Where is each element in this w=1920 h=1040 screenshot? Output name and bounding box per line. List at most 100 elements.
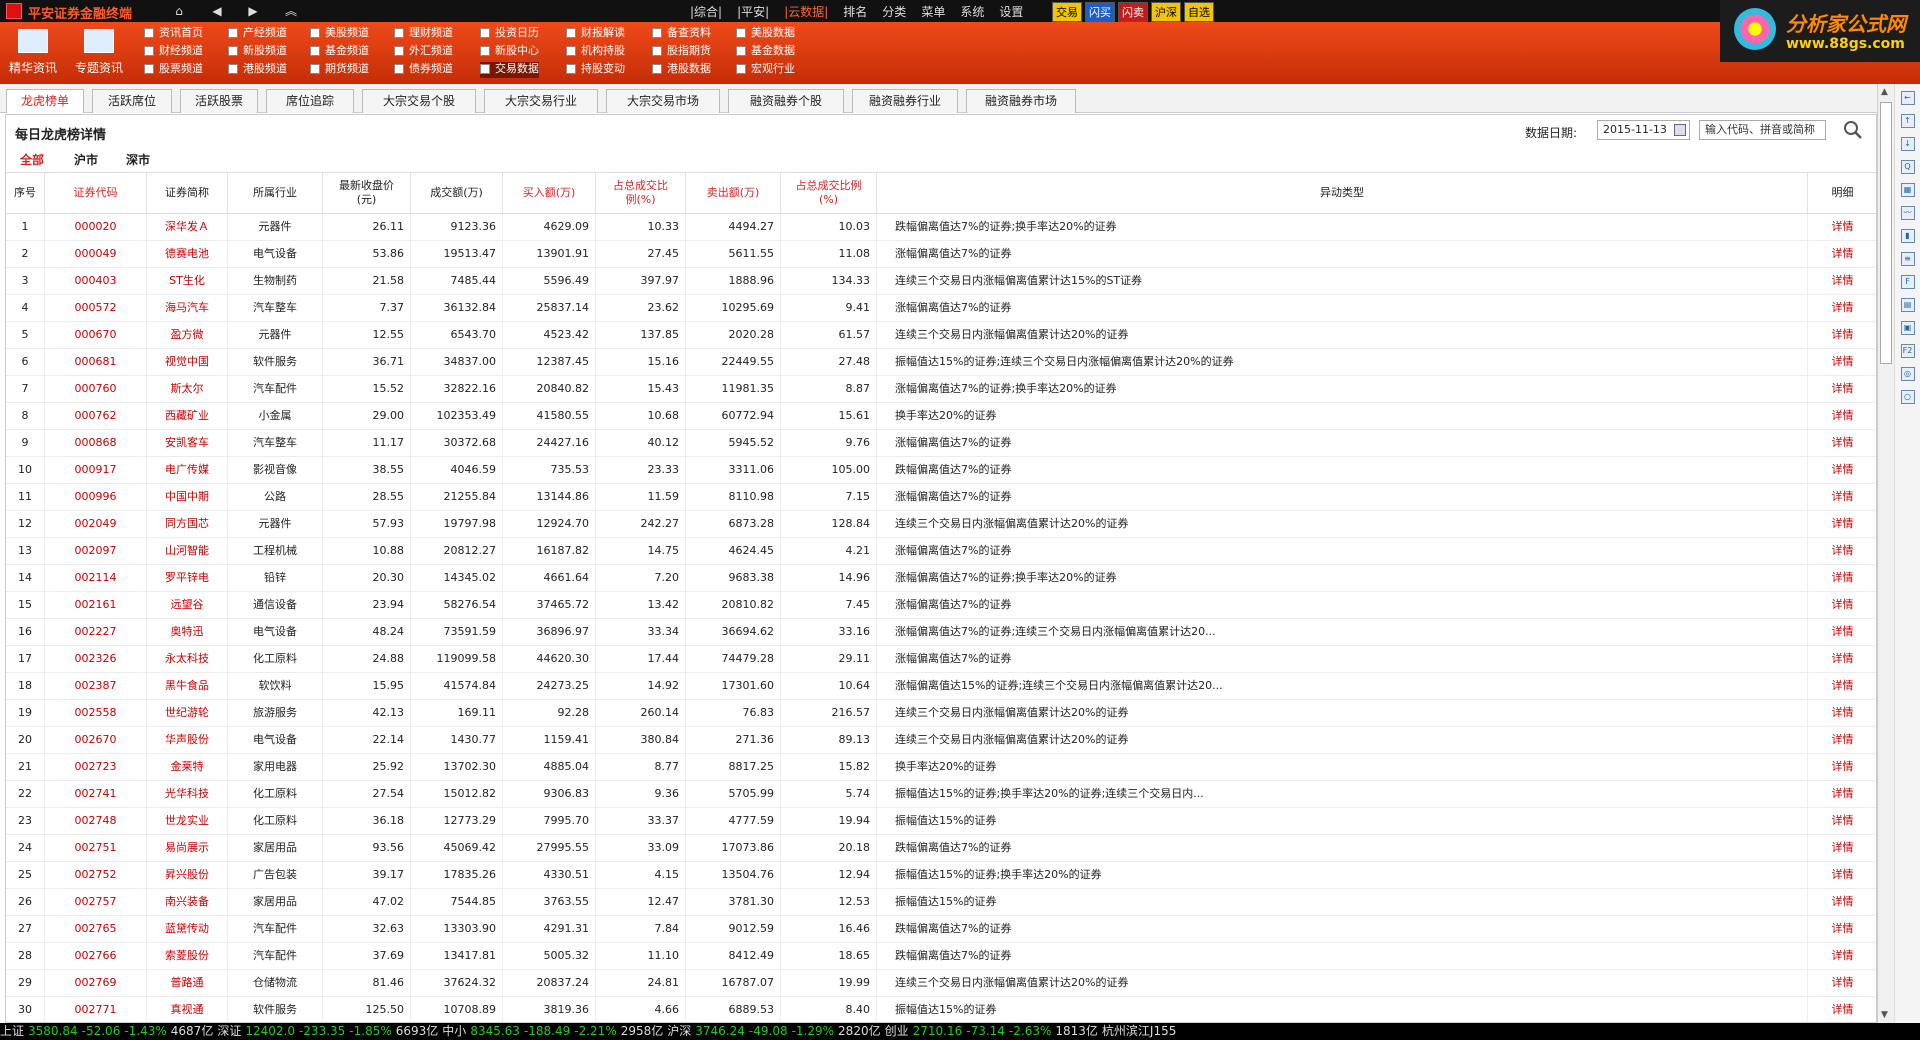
checkbox-icon[interactable] [736,64,746,74]
stock-code[interactable]: 002387 [45,673,147,699]
stock-code[interactable]: 000670 [45,322,147,348]
column-header[interactable]: 成交额(万) [411,173,503,213]
detail-link[interactable]: 详情 [1808,673,1876,699]
detail-link[interactable]: 详情 [1808,835,1876,861]
channel-checkbox[interactable]: 机构持股 [566,44,625,60]
checkbox-icon[interactable] [394,64,404,74]
checkbox-icon[interactable] [566,28,576,38]
checkbox-icon[interactable] [480,46,490,56]
channel-checkbox[interactable]: 股票频道 [144,62,203,78]
tab[interactable]: 融资融券个股 [728,89,844,113]
stock-code[interactable]: 002751 [45,835,147,861]
stock-name[interactable]: 易尚展示 [147,835,228,861]
detail-link[interactable]: 详情 [1808,484,1876,510]
tab[interactable]: 龙虎榜单 [6,89,84,113]
checkbox-icon[interactable] [566,64,576,74]
table-row[interactable]: 5 000670 盈方微 元器件 12.55 6543.70 4523.42 137.85 20… [6,322,1876,349]
column-header[interactable]: 买入额(万) [503,173,596,213]
stock-name[interactable]: 山河智能 [147,538,228,564]
scroll-down-icon[interactable]: ▼ [1881,1010,1888,1020]
stock-code[interactable]: 002558 [45,700,147,726]
calendar-icon[interactable] [1674,124,1686,136]
table-row[interactable]: 4 000572 海马汽车 汽车整车 7.37 36132.84 25837.14 23.62… [6,295,1876,322]
stock-code[interactable]: 000020 [45,214,147,240]
detail-link[interactable]: 详情 [1808,403,1876,429]
table-row[interactable]: 27 002765 蓝黛传动 汽车配件 32.63 13303.90 4291.31 7.84… [6,916,1876,943]
stock-name[interactable]: 深华发Ａ [147,214,228,240]
tab[interactable]: 融资融券市场 [966,89,1076,113]
stock-name[interactable]: 海马汽车 [147,295,228,321]
table-row[interactable]: 6 000681 视觉中国 软件服务 36.71 34837.00 12387.45 15.1… [6,349,1876,376]
channel-checkbox[interactable]: 新股频道 [228,44,287,60]
checkbox-icon[interactable] [652,64,662,74]
quick-button[interactable]: 闪买 [1085,2,1115,22]
checkbox-icon[interactable] [736,28,746,38]
menu-item[interactable]: |综合| [690,3,722,20]
channel-checkbox[interactable]: 理财频道 [394,26,453,42]
detail-link[interactable]: 详情 [1808,862,1876,888]
stock-code[interactable]: 002227 [45,619,147,645]
stock-name[interactable]: 德赛电池 [147,241,228,267]
line-chart-icon[interactable]: 〰 [1900,206,1915,220]
checkbox-icon[interactable] [652,46,662,56]
detail-link[interactable]: 详情 [1808,943,1876,969]
table-row[interactable]: 1 000020 深华发Ａ 元器件 26.11 9123.36 4629.09 10.33 44… [6,214,1876,241]
channel-checkbox[interactable]: 港股数据 [652,62,711,78]
table-row[interactable]: 30 002771 真视通 软件服务 125.50 10708.89 3819.36 4.66… [6,997,1876,1022]
detail-link[interactable]: 详情 [1808,700,1876,726]
topic-news-button[interactable]: 专题资讯 [70,27,128,81]
detail-link[interactable]: 详情 [1808,376,1876,402]
menu-item[interactable]: 菜单 [921,3,945,20]
menu-item[interactable]: 设置 [999,3,1023,20]
table-row[interactable]: 25 002752 昇兴股份 广告包装 39.17 17835.26 4330.51 4.15… [6,862,1876,889]
detail-link[interactable]: 详情 [1808,781,1876,807]
doc-icon[interactable]: ▤ [1900,298,1915,312]
stock-name[interactable]: 南兴装备 [147,889,228,915]
stock-code[interactable]: 002326 [45,646,147,672]
checkbox-icon[interactable] [310,64,320,74]
channel-checkbox[interactable]: 备查资料 [652,26,711,42]
back-icon[interactable]: ◀ [204,1,230,21]
table-row[interactable]: 19 002558 世纪游轮 旅游服务 42.13 169.11 92.28 260.14 76… [6,700,1876,727]
channel-checkbox[interactable]: 基金数据 [736,44,795,60]
table-row[interactable]: 7 000760 斯太尔 汽车配件 15.52 32822.16 20840.82 15.43… [6,376,1876,403]
forward-icon[interactable]: ▶ [240,1,266,21]
stock-code[interactable]: 002748 [45,808,147,834]
stock-code[interactable]: 002161 [45,592,147,618]
channel-checkbox[interactable]: 宏观行业 [736,62,795,78]
stock-code[interactable]: 002114 [45,565,147,591]
stock-code[interactable]: 002670 [45,727,147,753]
channel-checkbox[interactable]: 资讯首页 [144,26,203,42]
stock-code[interactable]: 002049 [45,511,147,537]
stock-name[interactable]: 远望谷 [147,592,228,618]
channel-checkbox[interactable]: 股指期货 [652,44,711,60]
table-row[interactable]: 15 002161 远望谷 通信设备 23.94 58276.54 37465.72 13.4… [6,592,1876,619]
stock-code[interactable]: 002752 [45,862,147,888]
date-picker[interactable]: 2015-11-13 [1597,120,1690,140]
tab[interactable]: 活跃席位 [92,89,172,113]
checkbox-icon[interactable] [228,64,238,74]
detail-link[interactable]: 详情 [1808,619,1876,645]
detail-link[interactable]: 详情 [1808,268,1876,294]
table-row[interactable]: 23 002748 世龙实业 化工原料 36.18 12773.29 7995.70 33.3… [6,808,1876,835]
detail-link[interactable]: 详情 [1808,997,1876,1022]
arrow-up-icon[interactable]: ↑ [1900,114,1915,128]
stock-name[interactable]: 世纪游轮 [147,700,228,726]
home-icon[interactable]: ⌂ [166,1,192,21]
stock-name[interactable]: 永太科技 [147,646,228,672]
channel-checkbox[interactable]: 期货频道 [310,62,369,78]
detail-link[interactable]: 详情 [1808,538,1876,564]
stock-code[interactable]: 000049 [45,241,147,267]
stock-name[interactable]: 黑牛食品 [147,673,228,699]
detail-link[interactable]: 详情 [1808,295,1876,321]
stock-code[interactable]: 002723 [45,754,147,780]
column-header[interactable]: 证券代码 [45,173,147,213]
column-header[interactable]: 异动类型 [877,173,1808,213]
checkbox-icon[interactable] [144,28,154,38]
stock-code[interactable]: 000762 [45,403,147,429]
column-header[interactable]: 序号 [6,173,45,213]
table-row[interactable]: 22 002741 光华科技 化工原料 27.54 15012.82 9306.83 9.36… [6,781,1876,808]
stock-name[interactable]: 同方国芯 [147,511,228,537]
channel-checkbox[interactable]: 投资日历 [480,26,539,42]
menu-item[interactable]: 分类 [882,3,906,20]
